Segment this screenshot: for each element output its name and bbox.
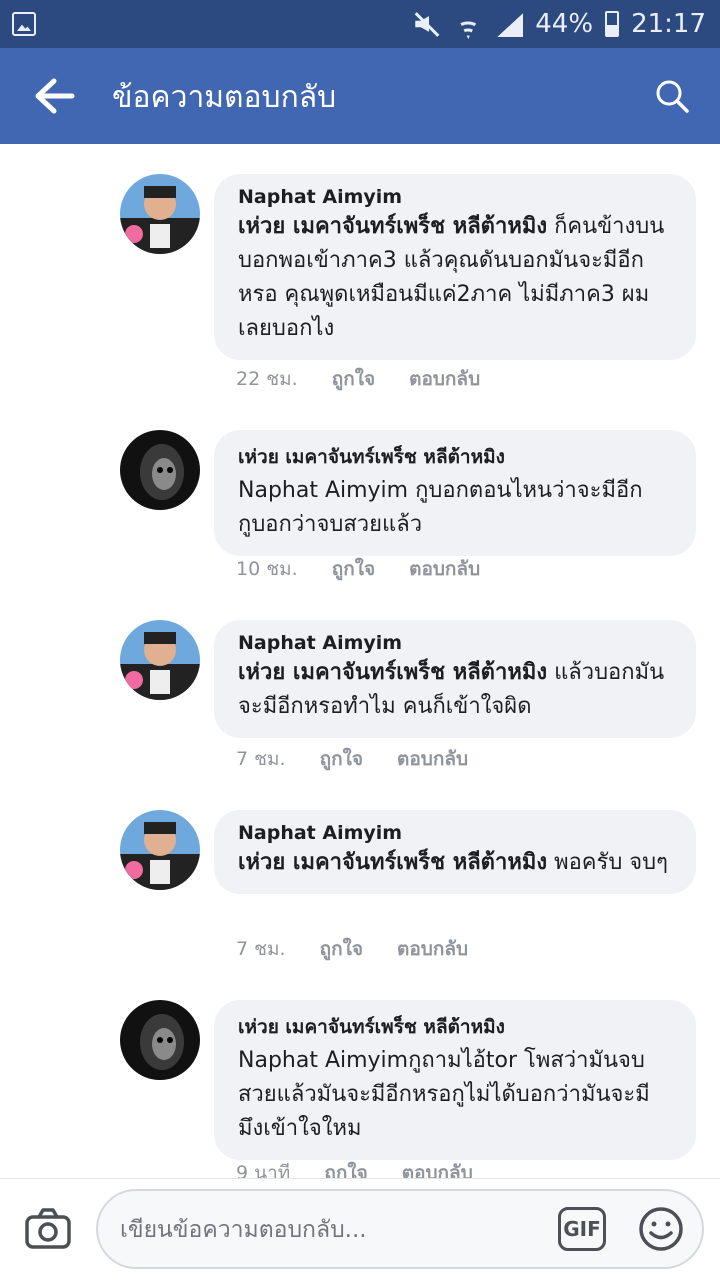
comment-time: 22 ชม. xyxy=(236,368,298,390)
mention-tag[interactable]: Naphat Aimyim xyxy=(238,478,408,503)
mention-tag[interactable]: เห่วย เมคาจันทร์เพร็ช หลีต้าหมิง xyxy=(238,850,547,875)
avatar[interactable] xyxy=(120,620,200,700)
comment-actions: 7 ชม. ถูกใจ ตอบกลับ xyxy=(236,934,468,964)
comment-text: Naphat Aimyimกูถามไอ้tor โพสว่ามันจบสวยแ… xyxy=(238,1044,672,1146)
back-arrow-icon[interactable] xyxy=(34,76,76,116)
comment-author[interactable]: Naphat Aimyim xyxy=(238,822,672,844)
reply-input[interactable] xyxy=(118,1209,542,1251)
comment-time: 7 ชม. xyxy=(236,748,286,770)
like-button[interactable]: ถูกใจ xyxy=(320,934,363,964)
clock: 21:17 xyxy=(631,9,706,39)
reply-list: Naphat Aimyim เห่วย เมคาจันทร์เพร็ช หลีต… xyxy=(0,144,720,1178)
like-button[interactable]: ถูกใจ xyxy=(324,1158,367,1178)
like-button[interactable]: ถูกใจ xyxy=(332,554,375,584)
comment-actions: 7 ชม. ถูกใจ ตอบกลับ xyxy=(236,744,468,774)
battery-icon xyxy=(605,11,620,37)
search-icon[interactable] xyxy=(654,78,690,114)
avatar[interactable] xyxy=(120,810,200,890)
comment-author[interactable]: Naphat Aimyim xyxy=(238,186,672,208)
reply-input-container: GIF xyxy=(96,1189,704,1269)
status-bar-right: 44% 21:17 xyxy=(411,8,706,40)
wifi-icon xyxy=(453,11,483,37)
reply-button[interactable]: ตอบกลับ xyxy=(409,364,480,394)
signal-icon xyxy=(495,11,523,37)
comment-time: 9 นาที xyxy=(236,1162,291,1178)
emoji-icon[interactable] xyxy=(638,1206,684,1252)
like-button[interactable]: ถูกใจ xyxy=(320,744,363,774)
comment-bubble[interactable]: เห่วย เมคาจันทร์เพร็ช หลีต้าหมิง Naphat … xyxy=(214,1000,696,1160)
gif-icon[interactable]: GIF xyxy=(558,1207,606,1251)
gallery-icon xyxy=(12,12,36,36)
comment-actions: 10 ชม. ถูกใจ ตอบกลับ xyxy=(236,554,480,584)
battery-percentage: 44% xyxy=(535,9,594,39)
mention-tag[interactable]: Naphat Aimyim xyxy=(238,1048,408,1073)
comment-author[interactable]: เห่วย เมคาจันทร์เพร็ช หลีต้าหมิง xyxy=(238,1012,672,1042)
comment-text: เห่วย เมคาจันทร์เพร็ช หลีต้าหมิง แล้วบอก… xyxy=(238,656,672,724)
reply-button[interactable]: ตอบกลับ xyxy=(409,554,480,584)
comment-actions: 9 นาที ถูกใจ ตอบกลับ xyxy=(236,1158,473,1178)
reply-button[interactable]: ตอบกลับ xyxy=(397,934,468,964)
comment-bubble[interactable]: Naphat Aimyim เห่วย เมคาจันทร์เพร็ช หลีต… xyxy=(214,620,696,738)
comment-bubble[interactable]: เห่วย เมคาจันทร์เพร็ช หลีต้าหมิง Naphat … xyxy=(214,430,696,556)
avatar[interactable] xyxy=(120,1000,200,1080)
app-bar: ข้อความตอบกลับ xyxy=(0,48,720,144)
reply-composer: GIF xyxy=(0,1178,720,1281)
comment-text: เห่วย เมคาจันทร์เพร็ช หลีต้าหมิง ก็คนข้า… xyxy=(238,210,672,346)
comment-author[interactable]: Naphat Aimyim xyxy=(238,632,672,654)
page-title: ข้อความตอบกลับ xyxy=(112,80,337,115)
comment-actions: 22 ชม. ถูกใจ ตอบกลับ xyxy=(236,364,480,394)
reply-button[interactable]: ตอบกลับ xyxy=(397,744,468,774)
mention-tag[interactable]: เห่วย เมคาจันทร์เพร็ช หลีต้าหมิง xyxy=(238,214,547,239)
comment-body: พอครับ จบๆ xyxy=(547,850,668,875)
comment-bubble[interactable]: Naphat Aimyim เห่วย เมคาจันทร์เพร็ช หลีต… xyxy=(214,810,696,894)
mute-icon xyxy=(411,11,441,37)
comment-author[interactable]: เห่วย เมคาจันทร์เพร็ช หลีต้าหมิง xyxy=(238,442,672,472)
status-bar: 44% 21:17 xyxy=(0,0,720,48)
camera-icon[interactable] xyxy=(24,1207,72,1251)
avatar[interactable] xyxy=(120,174,200,254)
comment-bubble[interactable]: Naphat Aimyim เห่วย เมคาจันทร์เพร็ช หลีต… xyxy=(214,174,696,360)
avatar[interactable] xyxy=(120,430,200,510)
reply-button[interactable]: ตอบกลับ xyxy=(402,1158,473,1178)
like-button[interactable]: ถูกใจ xyxy=(332,364,375,394)
mention-tag[interactable]: เห่วย เมคาจันทร์เพร็ช หลีต้าหมิง xyxy=(238,660,547,685)
comment-time: 7 ชม. xyxy=(236,938,286,960)
comment-time: 10 ชม. xyxy=(236,558,298,580)
comment-text: เห่วย เมคาจันทร์เพร็ช หลีต้าหมิง พอครับ … xyxy=(238,846,672,880)
comment-text: Naphat Aimyim กูบอกตอนไหนว่าจะมีอีก กูบอ… xyxy=(238,474,672,542)
